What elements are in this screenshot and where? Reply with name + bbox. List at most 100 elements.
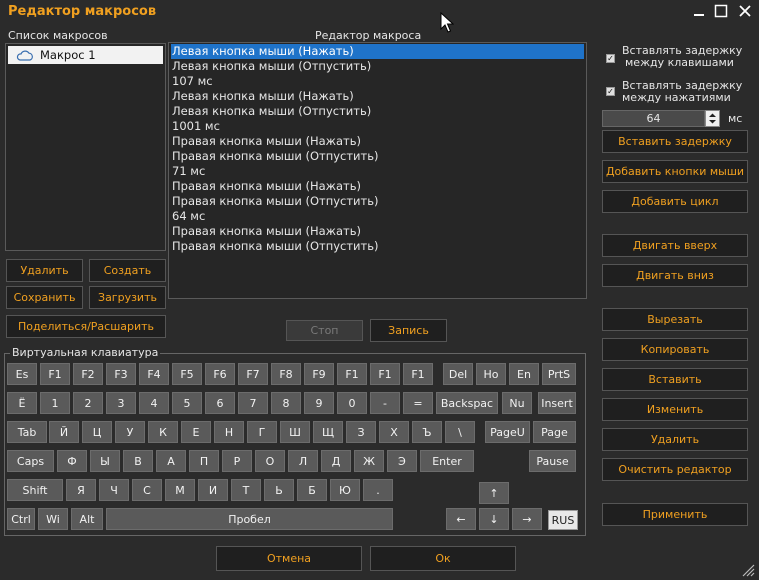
key-yy[interactable]: Ы <box>90 450 120 472</box>
delay-stepper[interactable] <box>705 110 720 127</box>
key-backspace[interactable]: Backspac <box>436 392 498 414</box>
key-f7[interactable]: F7 <box>238 363 268 385</box>
maximize-icon[interactable] <box>712 2 730 20</box>
editor-line[interactable]: 1001 мс <box>171 119 584 134</box>
insert-delay-button[interactable]: Вставить задержку <box>602 130 748 153</box>
key-o[interactable]: О <box>255 450 285 472</box>
key-delete[interactable]: Del <box>443 363 473 385</box>
editor-line[interactable]: Левая кнопка мыши (Нажать) <box>171 89 584 104</box>
key-6[interactable]: 6 <box>205 392 235 414</box>
key-f4[interactable]: F4 <box>139 363 169 385</box>
key-0[interactable]: 0 <box>337 392 367 414</box>
key-1[interactable]: 1 <box>40 392 70 414</box>
key-f11[interactable]: F1 <box>370 363 400 385</box>
key-p[interactable]: П <box>189 450 219 472</box>
modify-button[interactable]: Изменить <box>602 398 748 421</box>
key-ctrl[interactable]: Ctrl <box>7 508 35 530</box>
key-f6[interactable]: F6 <box>205 363 235 385</box>
key-f5[interactable]: F5 <box>172 363 202 385</box>
key-tab[interactable]: Tab <box>7 421 47 443</box>
editor-line[interactable]: Правая кнопка мыши (Нажать) <box>171 134 584 149</box>
editor-line[interactable]: 71 мс <box>171 164 584 179</box>
editor-line[interactable]: 64 мс <box>171 209 584 224</box>
key-backslash[interactable]: \ <box>445 421 475 443</box>
macro-editor[interactable]: Левая кнопка мыши (Нажать) Левая кнопка м… <box>168 42 587 299</box>
key-u[interactable]: У <box>115 421 145 443</box>
key-l[interactable]: Л <box>288 450 318 472</box>
key-arrow-left[interactable]: ← <box>446 508 476 530</box>
key-8[interactable]: 8 <box>271 392 301 414</box>
key-f3[interactable]: F3 <box>106 363 136 385</box>
key-f12[interactable]: F1 <box>403 363 433 385</box>
key-s[interactable]: С <box>132 479 162 501</box>
key-f1[interactable]: F1 <box>40 363 70 385</box>
key-f8[interactable]: F8 <box>271 363 301 385</box>
ok-button[interactable]: Ок <box>370 546 516 571</box>
key-yo[interactable]: Ё <box>7 392 37 414</box>
key-arrow-down[interactable]: ↓ <box>479 508 509 530</box>
key-equals[interactable]: = <box>403 392 433 414</box>
save-macro-button[interactable]: Сохранить <box>6 286 83 309</box>
key-home[interactable]: Ho <box>476 363 506 385</box>
editor-line[interactable]: Правая кнопка мыши (Отпустить) <box>171 149 584 164</box>
key-4[interactable]: 4 <box>139 392 169 414</box>
key-capslock[interactable]: Caps <box>7 450 54 472</box>
key-period[interactable]: . <box>363 479 393 501</box>
record-button[interactable]: Запись <box>370 319 447 342</box>
key-arrow-right[interactable]: → <box>512 508 542 530</box>
add-loop-button[interactable]: Добавить цикл <box>602 190 748 213</box>
key-v[interactable]: В <box>123 450 153 472</box>
key-a[interactable]: А <box>156 450 186 472</box>
editor-line[interactable]: Правая кнопка мыши (Нажать) <box>171 179 584 194</box>
key-2[interactable]: 2 <box>73 392 103 414</box>
editor-line[interactable]: Левая кнопка мыши (Отпустить) <box>171 104 584 119</box>
stop-button[interactable]: Стоп <box>286 320 363 341</box>
key-language-rus[interactable]: RUS <box>548 510 578 530</box>
key-alt[interactable]: Alt <box>71 508 103 530</box>
key-soft-sign[interactable]: Ь <box>264 479 294 501</box>
key-f[interactable]: Ф <box>57 450 87 472</box>
cut-button[interactable]: Вырезать <box>602 308 748 331</box>
close-icon[interactable] <box>736 2 754 20</box>
move-up-button[interactable]: Двигать вверх <box>602 234 748 257</box>
key-printscreen[interactable]: PrtS <box>542 363 576 385</box>
key-y[interactable]: Й <box>49 421 79 443</box>
delay-input[interactable]: 64 <box>602 110 705 127</box>
resize-grip-icon[interactable] <box>740 563 756 580</box>
key-3[interactable]: 3 <box>106 392 136 414</box>
delete-macro-button[interactable]: Удалить <box>6 259 83 282</box>
key-insert[interactable]: Insert <box>538 392 576 414</box>
key-pause[interactable]: Pause <box>529 450 576 472</box>
key-enter[interactable]: Enter <box>420 450 474 472</box>
key-i[interactable]: И <box>198 479 228 501</box>
key-f10[interactable]: F1 <box>337 363 367 385</box>
key-ts[interactable]: Ц <box>82 421 112 443</box>
editor-line[interactable]: Левая кнопка мыши (Нажать) <box>171 44 584 59</box>
key-f9[interactable]: F9 <box>304 363 334 385</box>
create-macro-button[interactable]: Создать <box>89 259 166 282</box>
paste-button[interactable]: Вставить <box>602 368 748 391</box>
key-win[interactable]: Wi <box>38 508 68 530</box>
key-yu[interactable]: Ю <box>330 479 360 501</box>
key-kh[interactable]: Х <box>379 421 409 443</box>
key-m[interactable]: М <box>165 479 195 501</box>
key-r[interactable]: Р <box>222 450 252 472</box>
editor-line[interactable]: Левая кнопка мыши (Отпустить) <box>171 59 584 74</box>
key-numlock[interactable]: Nu <box>502 392 532 414</box>
editor-line[interactable]: 107 мс <box>171 74 584 89</box>
key-7[interactable]: 7 <box>238 392 268 414</box>
macro-list-item[interactable]: Макрос 1 <box>8 46 163 64</box>
key-ya[interactable]: Я <box>66 479 96 501</box>
key-9[interactable]: 9 <box>304 392 334 414</box>
key-k[interactable]: К <box>148 421 178 443</box>
key-pagedown[interactable]: Page <box>533 421 576 443</box>
move-down-button[interactable]: Двигать вниз <box>602 264 748 287</box>
add-mouse-buttons-button[interactable]: Добавить кнопки мыши <box>602 160 748 183</box>
clear-editor-button[interactable]: Очистить редактор <box>602 458 748 481</box>
delay-clicks-checkbox[interactable]: ✓ <box>606 87 615 96</box>
key-end[interactable]: En <box>509 363 539 385</box>
key-zh[interactable]: Ж <box>354 450 384 472</box>
key-5[interactable]: 5 <box>172 392 202 414</box>
key-minus[interactable]: - <box>370 392 400 414</box>
macro-list[interactable]: Макрос 1 <box>5 43 166 251</box>
